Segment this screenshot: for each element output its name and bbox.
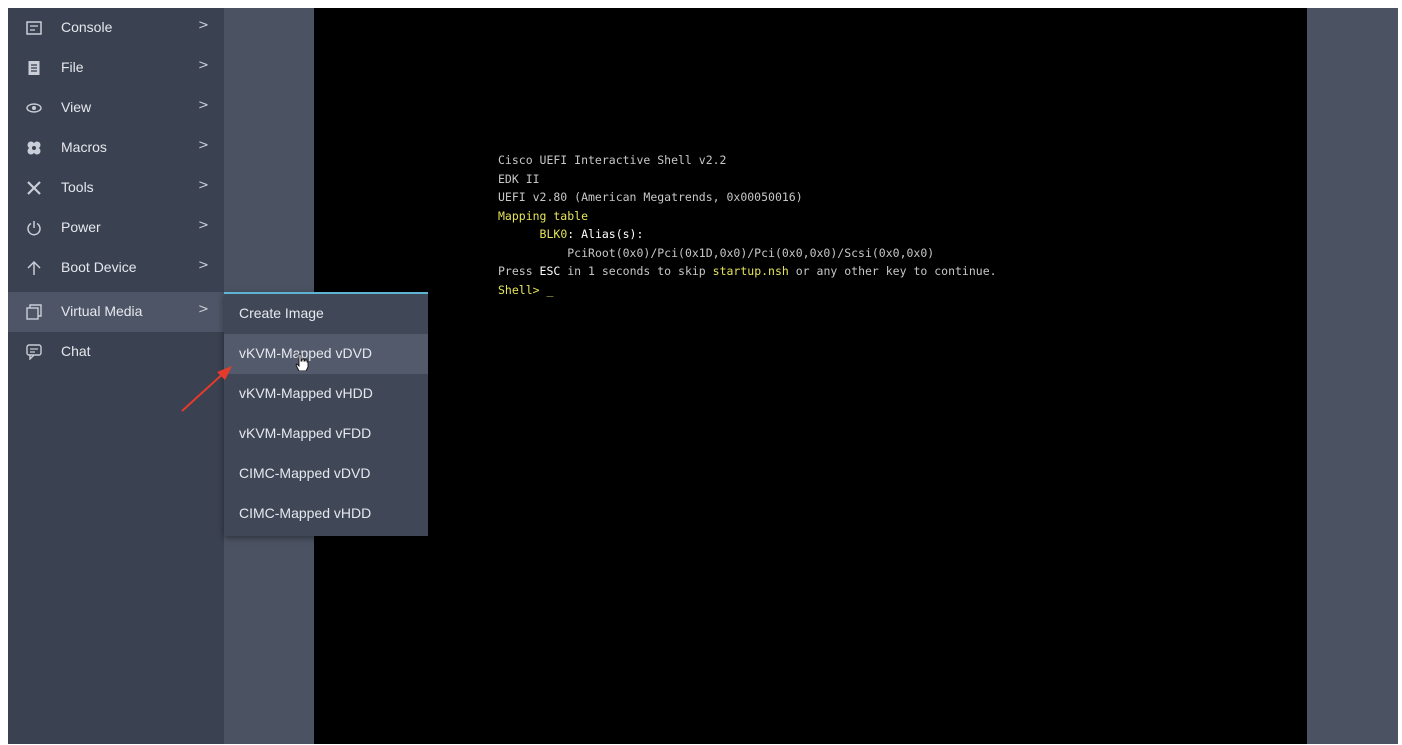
virtual-media-icon bbox=[24, 302, 44, 322]
virtual-media-submenu: Create Image vKVM-Mapped vDVD vKVM-Mappe… bbox=[224, 292, 428, 536]
menu-label: Macros bbox=[61, 139, 107, 155]
menu-item-file[interactable]: File > bbox=[8, 48, 224, 88]
chevron-right-icon: > bbox=[198, 138, 209, 153]
continue-text: or any other key to continue. bbox=[788, 264, 997, 278]
submenu-label: CIMC-Mapped vDVD bbox=[239, 465, 371, 481]
menu-label: Power bbox=[61, 219, 101, 235]
submenu-item-vkvm-mapped-vfdd[interactable]: vKVM-Mapped vFDD bbox=[224, 414, 428, 454]
menu-item-tools[interactable]: Tools > bbox=[8, 168, 224, 208]
power-icon bbox=[24, 218, 44, 238]
submenu-item-cimc-mapped-vhdd[interactable]: CIMC-Mapped vHDD bbox=[224, 494, 428, 534]
chevron-right-icon: > bbox=[198, 178, 209, 193]
menu-label: File bbox=[61, 59, 84, 75]
press-text: Press bbox=[498, 264, 540, 278]
shell-uefi-version-line: UEFI v2.80 (American Megatrends, 0x00050… bbox=[498, 190, 803, 204]
file-icon bbox=[24, 58, 44, 78]
menu-item-console[interactable]: Console > bbox=[8, 8, 224, 48]
macros-icon bbox=[24, 138, 44, 158]
submenu-item-cimc-mapped-vdvd[interactable]: CIMC-Mapped vDVD bbox=[224, 454, 428, 494]
kvm-console-screen[interactable]: Cisco UEFI Interactive Shell v2.2 EDK II… bbox=[314, 8, 1307, 744]
menu-label: Boot Device bbox=[61, 259, 137, 275]
chevron-right-icon: > bbox=[198, 18, 209, 33]
menu-label: View bbox=[61, 99, 92, 115]
text-cursor: _ bbox=[546, 282, 554, 297]
menu-item-power[interactable]: Power > bbox=[8, 208, 224, 248]
right-panel-background bbox=[1307, 8, 1398, 744]
annotation-arrow-icon bbox=[181, 366, 232, 412]
submenu-label: CIMC-Mapped vHDD bbox=[239, 505, 372, 521]
chevron-right-icon: > bbox=[198, 98, 209, 113]
submenu-item-create-image[interactable]: Create Image bbox=[224, 294, 428, 334]
startup-script-name: startup.nsh bbox=[712, 264, 789, 278]
chevron-right-icon: > bbox=[198, 302, 209, 317]
shell-prompt: Shell> bbox=[498, 282, 547, 297]
tools-icon bbox=[24, 178, 44, 198]
menu-label: Tools bbox=[61, 179, 94, 195]
chevron-right-icon: > bbox=[198, 58, 209, 73]
menu-item-virtual-media[interactable]: Virtual Media > bbox=[8, 292, 224, 332]
submenu-label: vKVM-Mapped vHDD bbox=[239, 385, 373, 401]
eye-icon bbox=[24, 98, 44, 118]
menu-label: Chat bbox=[61, 343, 91, 359]
chat-icon bbox=[24, 342, 44, 362]
submenu-label: Create Image bbox=[239, 305, 324, 321]
submenu-label: vKVM-Mapped vFDD bbox=[239, 425, 372, 441]
menu-item-boot-device[interactable]: Boot Device > bbox=[8, 248, 224, 288]
uefi-shell-output: Cisco UEFI Interactive Shell v2.2 EDK II… bbox=[498, 151, 997, 299]
kvm-window: Console > File > View > Macros > Tools >… bbox=[8, 8, 1398, 744]
mapping-table-heading: Mapping table bbox=[498, 208, 589, 223]
menu-label: Virtual Media bbox=[61, 303, 143, 319]
chevron-right-icon: > bbox=[198, 218, 209, 233]
submenu-item-vkvm-mapped-vdvd[interactable]: vKVM-Mapped vDVD bbox=[224, 334, 428, 374]
shell-banner-line: Cisco UEFI Interactive Shell v2.2 bbox=[498, 153, 727, 167]
alias-label: : Alias(s): bbox=[567, 227, 644, 241]
blk0-label: BLK0 bbox=[539, 227, 568, 241]
chevron-right-icon: > bbox=[198, 258, 209, 273]
up-arrow-icon bbox=[24, 258, 44, 278]
skip-text: in 1 seconds to skip bbox=[560, 264, 713, 278]
submenu-item-vkvm-mapped-vhdd[interactable]: vKVM-Mapped vHDD bbox=[224, 374, 428, 414]
device-path-line: PciRoot(0x0)/Pci(0x1D,0x0)/Pci(0x0,0x0)/… bbox=[567, 245, 935, 260]
hand-cursor-icon bbox=[295, 353, 309, 371]
menu-label: Console bbox=[61, 19, 113, 35]
console-icon bbox=[24, 18, 44, 38]
esc-key-text: ESC bbox=[539, 264, 561, 278]
menu-item-view[interactable]: View > bbox=[8, 88, 224, 128]
shell-edk-line: EDK II bbox=[498, 171, 540, 186]
menu-item-macros[interactable]: Macros > bbox=[8, 128, 224, 168]
